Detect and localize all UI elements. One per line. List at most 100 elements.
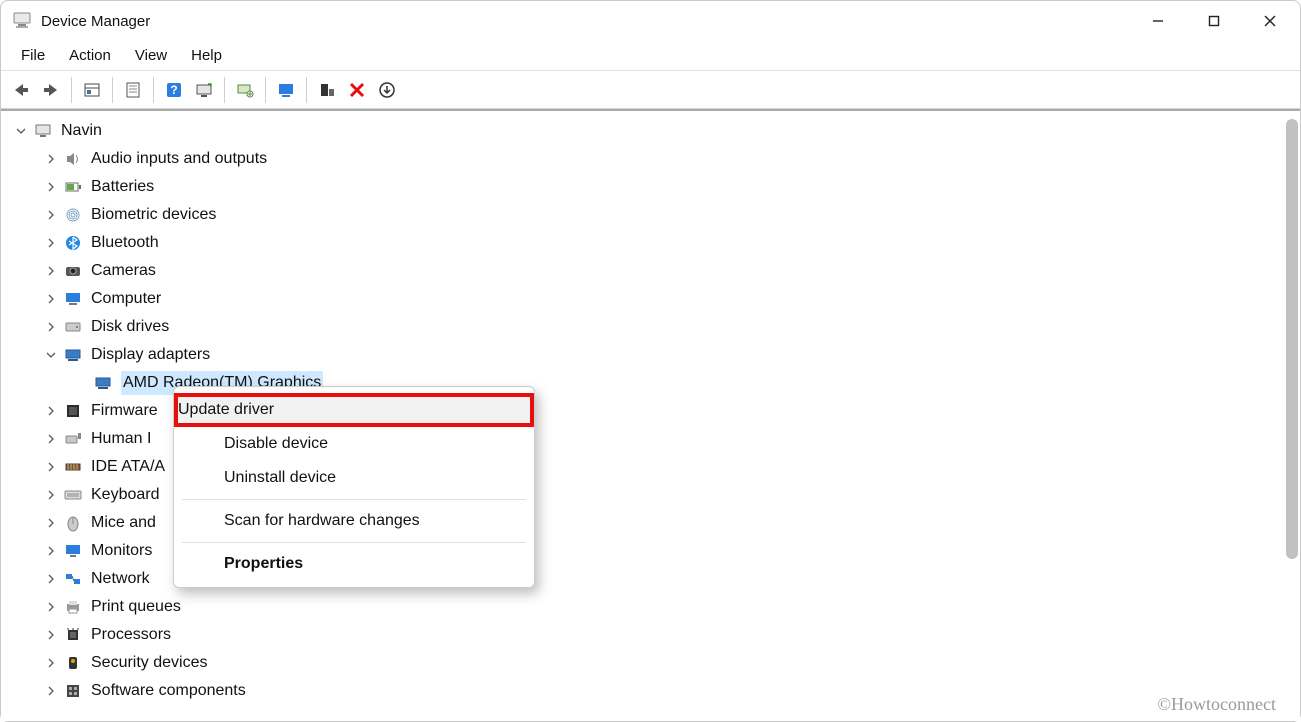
chevron-right-icon[interactable] [43, 207, 59, 223]
chevron-right-icon[interactable] [43, 263, 59, 279]
chevron-down-icon[interactable] [43, 347, 59, 363]
back-button[interactable] [7, 76, 35, 104]
chevron-right-icon[interactable] [43, 627, 59, 643]
toolbar-separator [71, 77, 72, 103]
toolbar-show-hidden[interactable] [78, 76, 106, 104]
ctx-update-driver[interactable]: Update driver [174, 393, 534, 427]
ctx-uninstall-device[interactable]: Uninstall device [174, 461, 534, 495]
tree-root-label: Navin [61, 119, 102, 143]
scrollbar-thumb[interactable] [1286, 119, 1298, 559]
computer-icon [63, 289, 83, 309]
bluetooth-icon [63, 233, 83, 253]
chevron-right-icon[interactable] [43, 403, 59, 419]
chevron-right-icon[interactable] [43, 459, 59, 475]
window-title: Device Manager [41, 13, 150, 30]
firmware-icon [63, 401, 83, 421]
tree-item-cameras[interactable]: Cameras [9, 257, 1282, 285]
tree-item-audio[interactable]: Audio inputs and outputs [9, 145, 1282, 173]
window-controls [1130, 1, 1298, 41]
toolbar-remove[interactable] [343, 76, 371, 104]
chevron-right-icon[interactable] [43, 235, 59, 251]
svg-text:?: ? [170, 83, 177, 97]
tree-item-computer[interactable]: Computer [9, 285, 1282, 313]
tree-item-software-components[interactable]: Software components [9, 677, 1282, 705]
vertical-scrollbar[interactable] [1286, 119, 1298, 713]
fingerprint-icon [63, 205, 83, 225]
tree-item-display-adapters[interactable]: Display adapters [9, 341, 1282, 369]
tree-item-label: Bluetooth [91, 231, 159, 255]
titlebar: Device Manager [1, 1, 1300, 41]
close-button[interactable] [1242, 1, 1298, 41]
tree-item-label: Batteries [91, 175, 154, 199]
network-icon [63, 569, 83, 589]
disk-icon [63, 317, 83, 337]
menu-file[interactable]: File [9, 43, 57, 68]
ctx-disable-device[interactable]: Disable device [174, 427, 534, 461]
chevron-right-icon[interactable] [43, 599, 59, 615]
ctx-item-label: Update driver [178, 401, 274, 419]
toolbar: ? [1, 71, 1300, 109]
chevron-right-icon[interactable] [43, 291, 59, 307]
tree-item-label: Print queues [91, 595, 181, 619]
tree-item-batteries[interactable]: Batteries [9, 173, 1282, 201]
menu-action[interactable]: Action [57, 43, 123, 68]
monitor-icon [63, 541, 83, 561]
ctx-item-label: Disable device [224, 435, 328, 453]
tree-item-label: Firmware [91, 399, 158, 423]
processor-icon [63, 625, 83, 645]
chevron-right-icon[interactable] [43, 543, 59, 559]
toolbar-separator [224, 77, 225, 103]
chevron-right-icon[interactable] [43, 319, 59, 335]
tree-item-label: Network [91, 567, 150, 591]
ctx-scan-hardware[interactable]: Scan for hardware changes [174, 504, 534, 538]
toolbar-install[interactable] [373, 76, 401, 104]
toolbar-separator [265, 77, 266, 103]
tree-item-print-queues[interactable]: Print queues [9, 593, 1282, 621]
tree-item-label: Processors [91, 623, 171, 647]
toolbar-update-driver[interactable] [231, 76, 259, 104]
tree-item-label: Monitors [91, 539, 152, 563]
toolbar-help[interactable]: ? [160, 76, 188, 104]
chevron-right-icon[interactable] [43, 683, 59, 699]
tree-item-label: Software components [91, 679, 246, 703]
toolbar-properties[interactable] [119, 76, 147, 104]
toolbar-uninstall[interactable] [313, 76, 341, 104]
ctx-item-label: Scan for hardware changes [224, 512, 420, 530]
chevron-right-icon[interactable] [43, 571, 59, 587]
keyboard-icon [63, 485, 83, 505]
menu-view[interactable]: View [123, 43, 179, 68]
tree-item-label: Human I [91, 427, 151, 451]
tree-item-bluetooth[interactable]: Bluetooth [9, 229, 1282, 257]
software-icon [63, 681, 83, 701]
display-adapter-icon [93, 373, 113, 393]
tree-item-biometric[interactable]: Biometric devices [9, 201, 1282, 229]
tree-item-label: Keyboard [91, 483, 160, 507]
speaker-icon [63, 149, 83, 169]
chevron-down-icon[interactable] [13, 123, 29, 139]
camera-icon [63, 261, 83, 281]
toolbar-separator [153, 77, 154, 103]
context-menu: Update driver Disable device Uninstall d… [173, 386, 535, 588]
printer-icon [63, 597, 83, 617]
forward-button[interactable] [37, 76, 65, 104]
tree-item-processors[interactable]: Processors [9, 621, 1282, 649]
tree-item-label: Mice and [91, 511, 156, 535]
menu-help[interactable]: Help [179, 43, 234, 68]
tree-root[interactable]: Navin [9, 117, 1282, 145]
chevron-right-icon[interactable] [43, 151, 59, 167]
chevron-right-icon[interactable] [43, 431, 59, 447]
device-manager-icon [13, 12, 31, 30]
tree-item-disk-drives[interactable]: Disk drives [9, 313, 1282, 341]
maximize-button[interactable] [1186, 1, 1242, 41]
toolbar-enable[interactable] [272, 76, 300, 104]
chevron-right-icon[interactable] [43, 655, 59, 671]
chevron-right-icon[interactable] [43, 515, 59, 531]
chevron-right-icon[interactable] [43, 179, 59, 195]
tree-item-label: Cameras [91, 259, 156, 283]
ctx-properties[interactable]: Properties [174, 547, 534, 581]
toolbar-scan[interactable] [190, 76, 218, 104]
tree-item-security-devices[interactable]: Security devices [9, 649, 1282, 677]
menubar: File Action View Help [1, 41, 1300, 71]
minimize-button[interactable] [1130, 1, 1186, 41]
chevron-right-icon[interactable] [43, 487, 59, 503]
